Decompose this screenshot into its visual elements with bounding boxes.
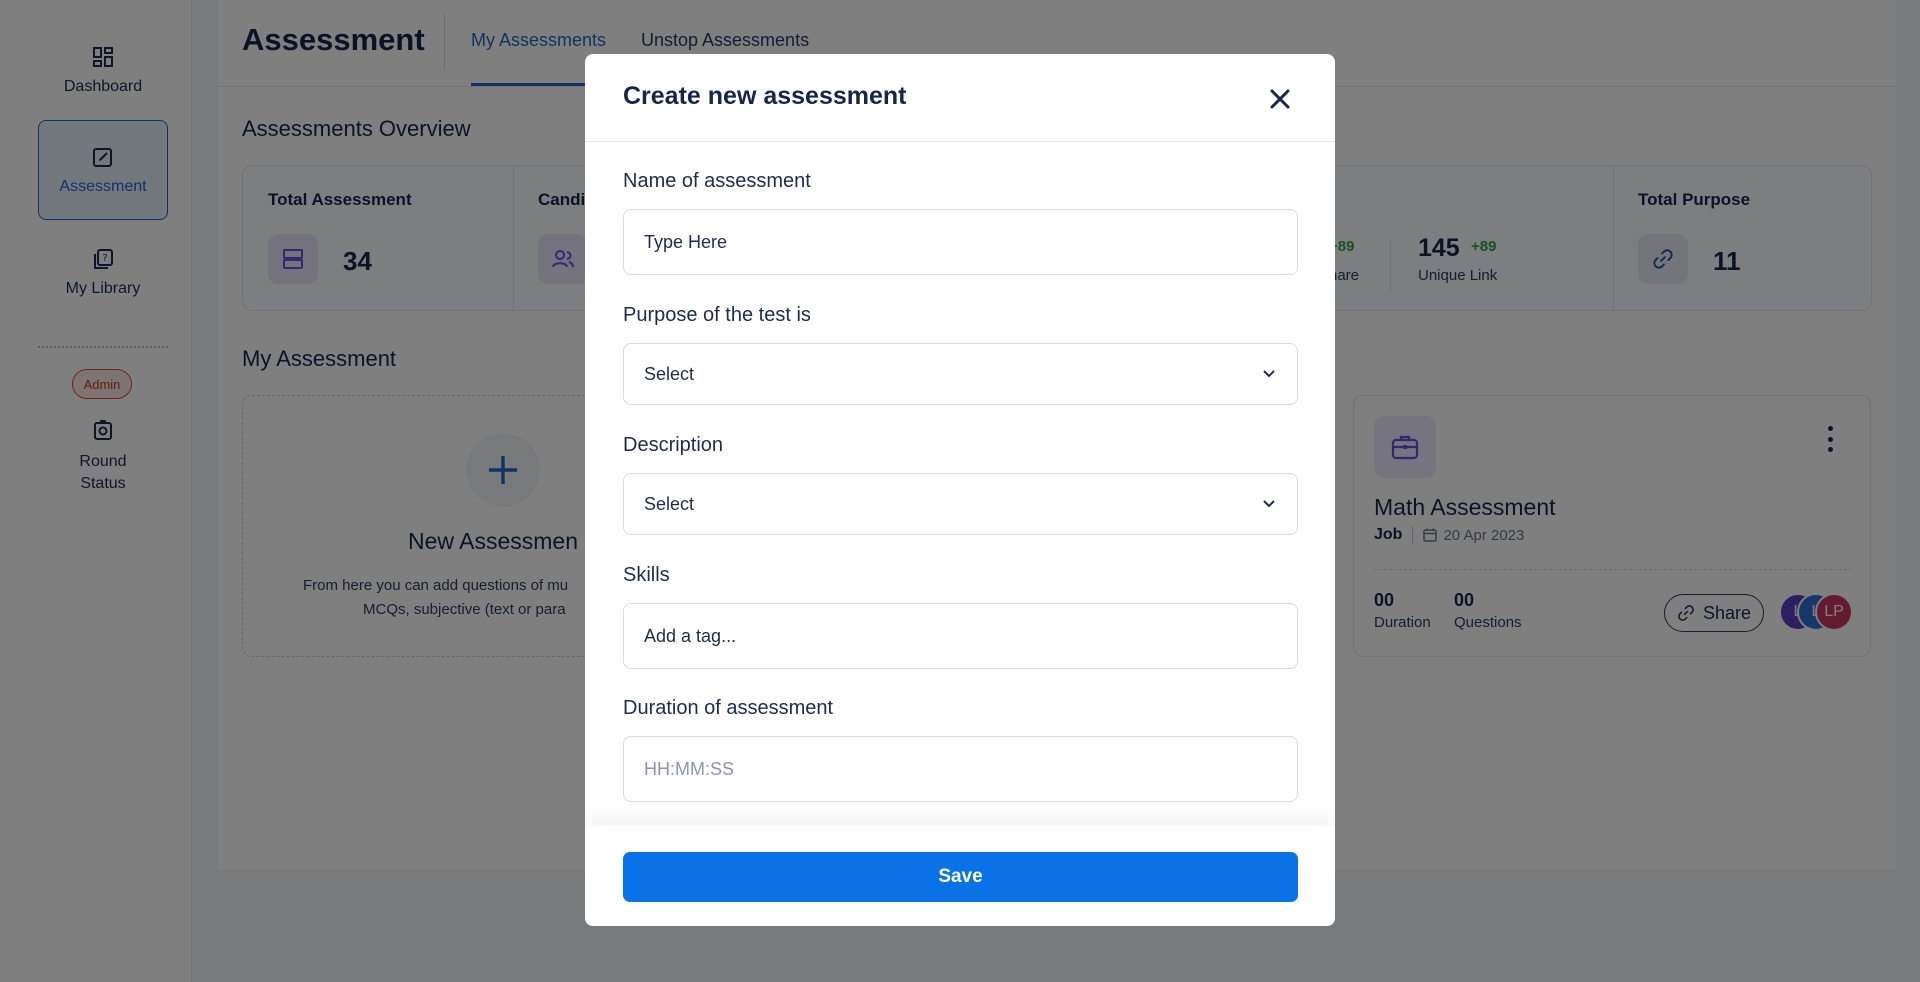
modal-title: Create new assessment [623,82,907,110]
chevron-down-icon [1261,366,1277,382]
description-select[interactable]: Select [623,473,1298,535]
name-placeholder: Type Here [644,231,728,252]
name-label: Name of assessment [623,170,811,192]
skills-label: Skills [623,564,670,586]
chevron-down-icon [1261,496,1277,512]
name-input[interactable]: Type Here [623,209,1298,275]
purpose-label: Purpose of the test is [623,304,811,326]
purpose-value: Select [644,363,695,384]
duration-input[interactable]: HH:MM:SS [623,736,1298,802]
create-assessment-modal: Create new assessment Name of assessment… [585,54,1335,926]
purpose-select[interactable]: Select [623,343,1298,405]
skills-placeholder: Add a tag... [644,625,737,646]
close-icon [1270,89,1290,109]
save-button[interactable]: Save [623,852,1298,902]
modal-footer: Save [585,826,1335,926]
modal-header: Create new assessment [585,54,1335,142]
duration-placeholder: HH:MM:SS [644,758,734,779]
skills-tag-input[interactable]: Add a tag... [623,603,1298,669]
close-button[interactable] [1265,84,1295,114]
duration-label: Duration of assessment [623,697,834,719]
description-label: Description [623,434,724,456]
description-value: Select [644,493,695,514]
